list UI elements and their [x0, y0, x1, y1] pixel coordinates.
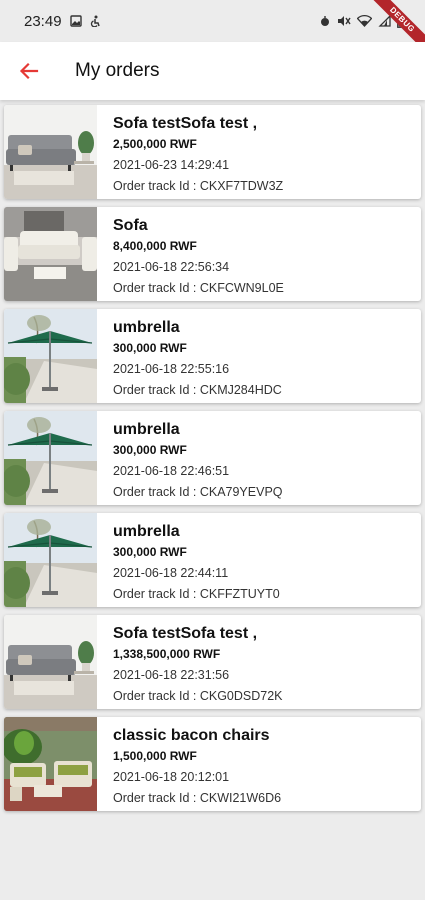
order-date: 2021-06-18 22:31:56	[113, 668, 230, 682]
order-name: Sofa	[113, 217, 148, 234]
order-track-id: Order track Id : CKFFZTUYT0	[113, 587, 280, 601]
order-price: 2,500,000 RWF	[113, 137, 197, 151]
order-price: 300,000 RWF	[113, 341, 187, 355]
order-card[interactable]: umbrella 300,000 RWF 2021-06-18 22:46:51…	[4, 411, 421, 505]
order-date: 2021-06-18 20:12:01	[113, 770, 230, 784]
order-date: 2021-06-18 22:44:11	[113, 566, 229, 580]
image-notification-icon	[69, 15, 82, 27]
arrow-left-icon	[19, 62, 39, 80]
order-thumbnail	[4, 513, 97, 607]
order-info: umbrella 300,000 RWF 2021-06-18 22:44:11…	[97, 513, 280, 607]
order-price: 1,500,000 RWF	[113, 749, 197, 763]
order-track-id: Order track Id : CKMJ284HDC	[113, 383, 282, 397]
order-info: umbrella 300,000 RWF 2021-06-18 22:55:16…	[97, 309, 282, 403]
order-track-id: Order track Id : CKWI21W6D6	[113, 791, 282, 805]
order-name: classic bacon chairs	[113, 727, 270, 744]
order-track-id: Order track Id : CKXF7TDW3Z	[113, 179, 284, 193]
order-date: 2021-06-18 22:56:34	[113, 260, 230, 274]
order-info: Sofa 8,400,000 RWF 2021-06-18 22:56:34 O…	[97, 207, 284, 301]
order-card[interactable]: Sofa testSofa test , 1,338,500,000 RWF 2…	[4, 615, 421, 709]
order-info: Sofa testSofa test , 2,500,000 RWF 2021-…	[97, 105, 283, 199]
order-date: 2021-06-18 22:55:16	[113, 362, 230, 376]
order-card[interactable]: classic bacon chairs 1,500,000 RWF 2021-…	[4, 717, 421, 811]
order-card[interactable]: umbrella 300,000 RWF 2021-06-18 22:44:11…	[4, 513, 421, 607]
page-title: My orders	[75, 60, 160, 81]
order-thumbnail	[4, 411, 97, 505]
order-thumbnail	[4, 717, 97, 811]
accessibility-notification-icon	[90, 15, 100, 27]
mute-icon	[338, 16, 351, 26]
order-track-id: Order track Id : CKA79YEVPQ	[113, 485, 283, 499]
back-button[interactable]	[0, 42, 58, 100]
order-card[interactable]: Sofa testSofa test , 2,500,000 RWF 2021-…	[4, 105, 421, 199]
order-info: classic bacon chairs 1,500,000 RWF 2021-…	[97, 717, 281, 811]
status-bar: 23:49 DEBUG	[0, 0, 425, 57]
alarm-icon	[321, 16, 329, 26]
order-price: 1,338,500,000 RWF	[113, 647, 221, 661]
order-card[interactable]: umbrella 300,000 RWF 2021-06-18 22:55:16…	[4, 309, 421, 403]
order-name: umbrella	[113, 523, 180, 540]
order-thumbnail	[4, 207, 97, 301]
app-bar: My orders	[0, 42, 425, 100]
order-track-id: Order track Id : CKFCWN9L0E	[113, 281, 284, 295]
order-name: Sofa testSofa test ,	[113, 115, 258, 132]
order-name: umbrella	[113, 319, 180, 336]
order-list: Sofa testSofa test , 2,500,000 RWF 2021-…	[0, 100, 425, 811]
order-thumbnail	[4, 309, 97, 403]
order-name: umbrella	[113, 421, 180, 438]
order-thumbnail	[4, 105, 97, 199]
order-date: 2021-06-23 14:29:41	[113, 158, 230, 172]
order-info: Sofa testSofa test , 1,338,500,000 RWF 2…	[97, 615, 283, 709]
order-track-id: Order track Id : CKG0DSD72K	[113, 689, 283, 703]
order-card[interactable]: Sofa 8,400,000 RWF 2021-06-18 22:56:34 O…	[4, 207, 421, 301]
order-price: 300,000 RWF	[113, 443, 187, 457]
order-price: 300,000 RWF	[113, 545, 187, 559]
status-left: 23:49	[24, 13, 101, 30]
order-price: 8,400,000 RWF	[113, 239, 197, 253]
order-date: 2021-06-18 22:46:51	[113, 464, 230, 478]
status-time: 23:49	[24, 12, 62, 30]
order-info: umbrella 300,000 RWF 2021-06-18 22:46:51…	[97, 411, 283, 505]
order-thumbnail	[4, 615, 97, 709]
order-name: Sofa testSofa test ,	[113, 625, 258, 642]
